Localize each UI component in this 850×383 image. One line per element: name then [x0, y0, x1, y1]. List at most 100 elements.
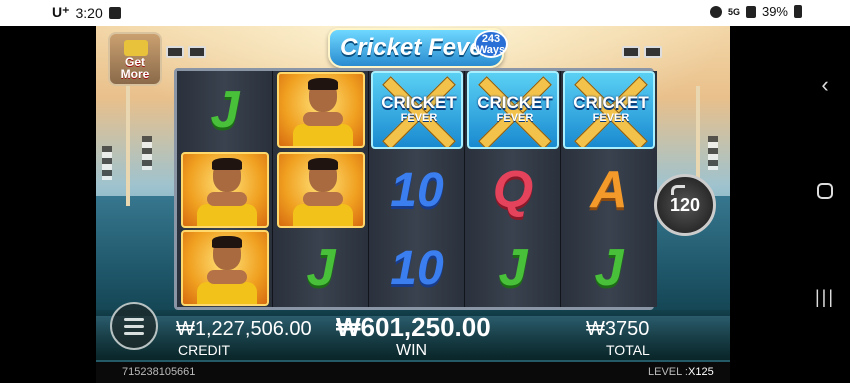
hamburger-line: [124, 331, 144, 335]
player-hands: [303, 192, 343, 206]
menu-button[interactable]: [110, 302, 158, 350]
hamburger-line: [124, 317, 144, 321]
reel-cell: [179, 229, 271, 307]
player-hair: [212, 158, 242, 170]
wild-symbol: CRICKET FEVER: [371, 71, 463, 149]
clock: 3:20: [75, 4, 103, 21]
chevron-left-icon[interactable]: ‹: [810, 70, 840, 100]
wild-text-top: CRICKET: [573, 93, 649, 112]
floodlight-icon: [166, 46, 184, 58]
refresh-arrow-icon: [671, 185, 685, 195]
reel-cell: [275, 151, 367, 229]
autospin-count: 120: [669, 194, 701, 215]
hamburger-line: [124, 324, 144, 328]
floodlight-icon: [188, 46, 206, 58]
alarm-icon: [709, 5, 722, 18]
symbol-a: A: [590, 161, 628, 219]
reel-cell: J: [467, 229, 559, 307]
stadium-pole-left: [126, 86, 130, 206]
status-left: U⁺ 3:20: [52, 4, 121, 21]
game-title: Cricket Fever: [339, 34, 493, 61]
reel-cell: J: [179, 71, 271, 149]
reel-3: CRICKET FEVER 10 10: [369, 71, 465, 307]
reel-cell: [179, 151, 271, 229]
total-bet-label: TOTAL: [606, 342, 650, 358]
player-hair: [212, 236, 242, 248]
floodlight-icon: [644, 46, 662, 58]
reel-1: J: [177, 71, 273, 307]
level-label: LEVEL :: [648, 366, 688, 378]
wild-text-bottom: FEVER: [400, 112, 438, 124]
level-value: X125: [688, 366, 714, 378]
reel-cell: Q: [467, 151, 559, 229]
credit-label: CREDIT: [178, 342, 231, 358]
symbol-j: J: [498, 239, 528, 297]
reel-cell: CRICKET FEVER: [467, 71, 559, 149]
gallery-icon: [108, 6, 121, 19]
player-symbol: [277, 72, 365, 148]
battery-percent: 39%: [761, 4, 788, 19]
home-shape: [817, 183, 833, 199]
battery-icon: [794, 5, 802, 18]
wild-text-bottom: FEVER: [496, 112, 534, 124]
reel-cell: J: [275, 229, 367, 307]
reel-2: J: [273, 71, 369, 307]
floodlight-icon: [622, 46, 640, 58]
nav-bar: ‹ |||: [730, 26, 850, 383]
symbol-q: Q: [492, 161, 534, 219]
player-hair: [308, 78, 338, 90]
wild-text-top: CRICKET: [381, 93, 457, 112]
status-bar: U⁺ 3:20 5G 39%: [0, 0, 850, 26]
carrier-label: U⁺: [52, 4, 70, 20]
player-hands: [303, 112, 343, 126]
circle-home-icon[interactable]: [810, 176, 840, 206]
reel-cell: 10: [371, 151, 463, 229]
player-hands: [207, 270, 247, 284]
flag-right-1: [708, 136, 718, 170]
symbol-j: J: [594, 239, 624, 297]
symbol-j: J: [306, 239, 336, 297]
player-symbol: [181, 230, 269, 306]
game-footer: 715238105661 LEVEL : X125: [96, 362, 730, 383]
gift-icon: [124, 40, 148, 56]
player-symbol: [181, 152, 269, 228]
ways-badge: 243 Ways: [474, 30, 508, 58]
win-value: ₩601,250.00: [336, 312, 491, 342]
player-shirt: [293, 124, 353, 146]
symbol-10: 10: [390, 241, 444, 295]
wild-text-bottom: FEVER: [592, 112, 630, 124]
player-symbol: [277, 152, 365, 228]
symbol-j: J: [210, 81, 240, 139]
wild-text-top: CRICKET: [477, 93, 553, 112]
recents-icon[interactable]: |||: [810, 282, 840, 312]
win-label: WIN: [396, 342, 428, 359]
slot-game: Get More Cricket Fever 243 Ways J J CRIC…: [96, 26, 730, 383]
get-more-button[interactable]: Get More: [108, 32, 162, 86]
reel-grid: J J CRICKET FEVER 10 10 CRICKET FEVER Q …: [174, 68, 657, 310]
player-hair: [308, 158, 338, 170]
reel-4: CRICKET FEVER Q J: [465, 71, 561, 307]
reel-cell: CRICKET FEVER: [371, 71, 463, 149]
total-bet-value[interactable]: ₩3750: [586, 318, 649, 341]
player-hands: [207, 192, 247, 206]
flag-left-2: [142, 136, 152, 170]
wild-symbol: CRICKET FEVER: [467, 71, 559, 149]
player-shirt: [293, 204, 353, 226]
reel-cell: 10: [371, 229, 463, 307]
reel-cell: J: [563, 229, 655, 307]
spin-button[interactable]: 120: [654, 174, 716, 236]
wild-symbol: CRICKET FEVER: [563, 71, 655, 149]
reel-cell: A: [563, 151, 655, 229]
credit-value: ₩1,227,506.00: [176, 318, 312, 340]
symbol-10: 10: [390, 163, 444, 217]
player-shirt: [197, 282, 257, 304]
signal-icon: [745, 5, 756, 18]
network-type: 5G: [727, 6, 740, 17]
get-more-label: Get More: [120, 55, 150, 81]
reel-cell: CRICKET FEVER: [563, 71, 655, 149]
reel-cell: [275, 71, 367, 149]
status-right: 5G 39%: [709, 4, 802, 19]
player-shirt: [197, 204, 257, 226]
flag-left-1: [102, 146, 112, 180]
session-id: 715238105661: [122, 366, 196, 378]
